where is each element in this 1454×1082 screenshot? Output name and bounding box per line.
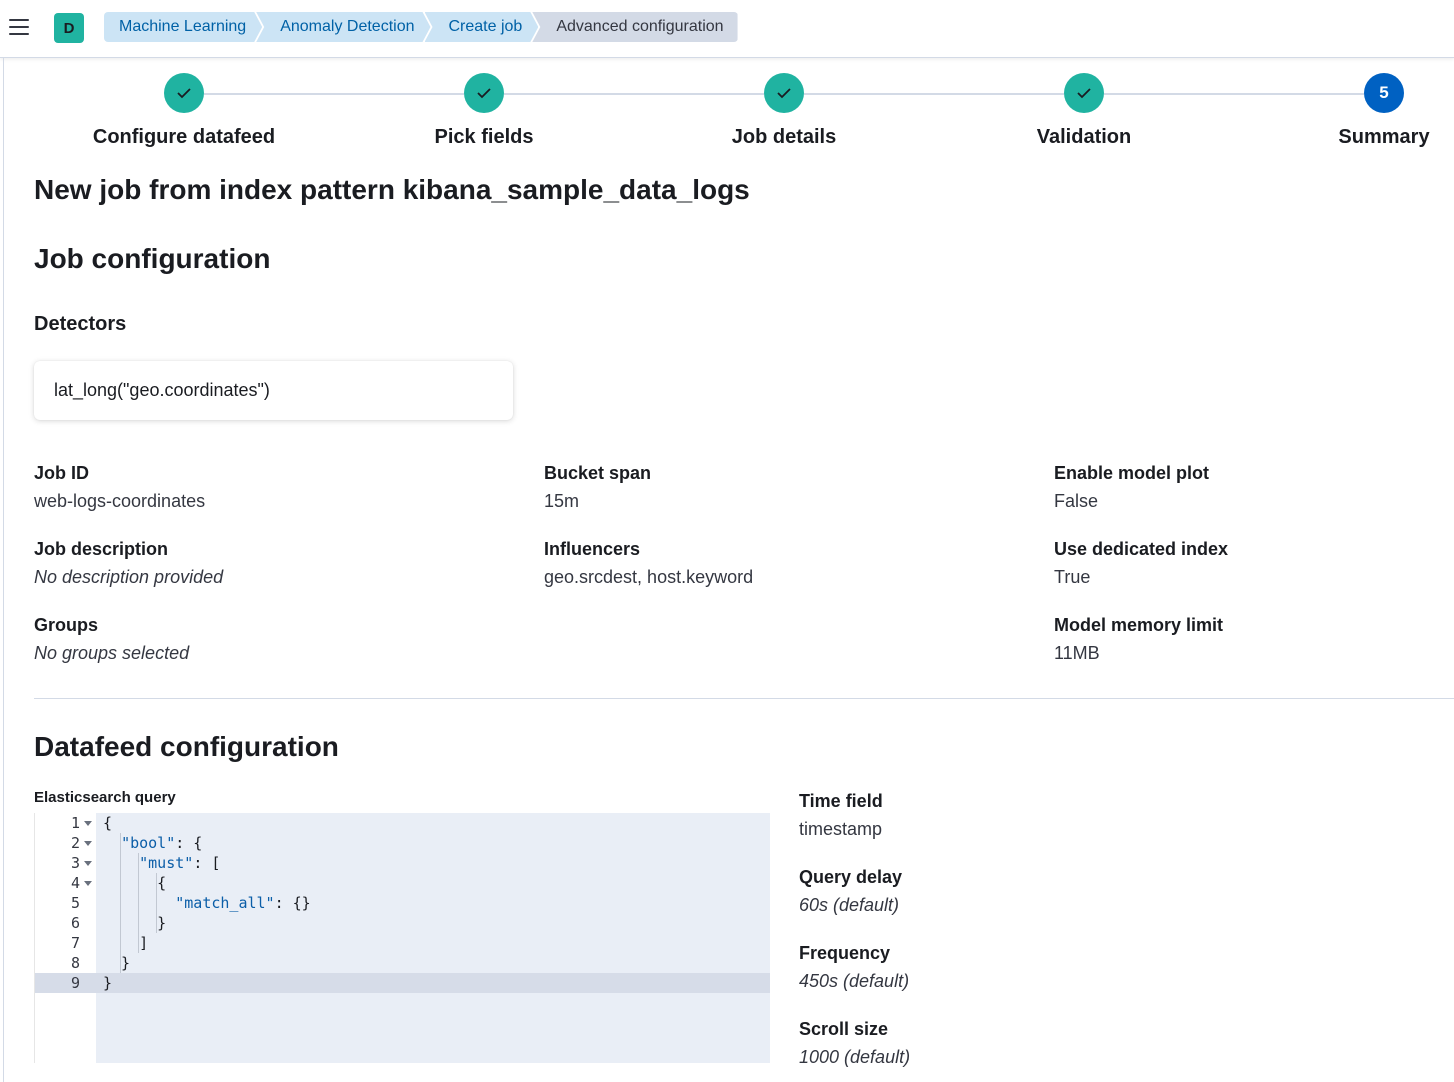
line-number: 8: [70, 954, 80, 972]
code-punct: : {: [175, 834, 203, 852]
code-line-8: }: [103, 954, 131, 972]
job-id-title: Job ID: [34, 463, 90, 483]
job-description-title: Job description: [34, 539, 169, 559]
groups-value: No groups selected: [34, 643, 190, 663]
code-line-5: "match_all": {}: [103, 893, 311, 913]
code-line-9: }: [103, 974, 113, 992]
fold-arrow-icon[interactable]: [84, 841, 92, 846]
breadcrumb-anomaly-detection[interactable]: Anomaly Detection: [256, 12, 430, 42]
memory-limit-value: 11MB: [1054, 643, 1100, 663]
job-configuration-heading: Job configuration: [34, 243, 271, 274]
step-1-complete[interactable]: [164, 73, 204, 113]
step-connector: [1104, 93, 1364, 95]
breadcrumb: Machine Learning Anomaly Detection Creat…: [104, 12, 738, 42]
code-punct: : {}: [274, 894, 311, 912]
line-number: 5: [70, 894, 80, 912]
groups-title: Groups: [34, 615, 99, 635]
step-label-validation[interactable]: Validation: [1037, 126, 1131, 149]
dedicated-index-title: Use dedicated index: [1054, 539, 1229, 559]
fold-arrow-icon[interactable]: [84, 821, 92, 826]
step-label-job-details[interactable]: Job details: [732, 126, 836, 149]
elasticsearch-query-editor[interactable]: 1 2 3 4 5 6 7 8 9 { "bool": { "must": [ …: [34, 813, 770, 1063]
editor-active-line: [35, 973, 770, 993]
check-icon: [777, 88, 791, 99]
fold-arrow-icon[interactable]: [84, 861, 92, 866]
detectors-heading: Detectors: [34, 313, 127, 335]
dedicated-index-value: True: [1054, 567, 1091, 587]
step-3-complete[interactable]: [764, 73, 804, 113]
step-connector: [504, 93, 764, 95]
breadcrumb-create-job[interactable]: Create job: [425, 12, 539, 42]
step-2-complete[interactable]: [464, 73, 504, 113]
line-number: 6: [70, 914, 80, 932]
line-number: 4: [70, 874, 80, 892]
code-line-6: }: [103, 914, 167, 932]
influencers-value: geo.srcdest, host.keyword: [544, 567, 754, 587]
line-number: 7: [70, 934, 80, 952]
json-key-match-all: "match_all": [175, 894, 275, 912]
influencers-title: Influencers: [544, 539, 641, 559]
code-line-3: "must": [: [103, 853, 220, 873]
code-punct: : [: [193, 854, 221, 872]
line-number: 3: [70, 854, 80, 872]
section-divider: [34, 698, 1454, 699]
page-left-border: [3, 57, 4, 1082]
line-number: 1: [70, 814, 80, 832]
json-key-must: "must": [139, 854, 194, 872]
bucket-span-value: 15m: [544, 491, 580, 511]
job-description-value: No description provided: [34, 567, 224, 587]
elasticsearch-query-label: Elasticsearch query: [34, 789, 176, 806]
frequency-title: Frequency: [799, 943, 891, 963]
line-number: 9: [70, 974, 80, 992]
detector-card: lat_long("geo.coordinates"): [34, 361, 513, 420]
model-plot-value: False: [1054, 491, 1099, 511]
check-icon: [1077, 88, 1091, 99]
space-avatar[interactable]: D: [54, 13, 84, 43]
query-delay-value: 60s (default): [799, 895, 900, 915]
step-label-pick-fields[interactable]: Pick fields: [435, 126, 534, 149]
step-label-configure-datafeed[interactable]: Configure datafeed: [93, 126, 275, 149]
code-line-1: {: [103, 814, 113, 832]
step-connector: [204, 93, 464, 95]
menu-icon[interactable]: [9, 19, 29, 35]
bucket-span-title: Bucket span: [544, 463, 652, 483]
frequency-value: 450s (default): [799, 971, 910, 991]
step-connector: [804, 93, 1064, 95]
time-field-title: Time field: [799, 791, 883, 811]
code-line-2: "bool": {: [103, 833, 202, 853]
top-header: D Machine Learning Anomaly Detection Cre…: [0, 0, 1454, 58]
code-line-4: {: [103, 874, 167, 892]
check-icon: [177, 88, 191, 99]
breadcrumb-machine-learning[interactable]: Machine Learning: [104, 12, 262, 42]
model-plot-title: Enable model plot: [1054, 463, 1210, 483]
query-delay-title: Query delay: [799, 867, 903, 887]
scroll-size-value: 1000 (default): [799, 1047, 911, 1067]
step-5-current: 5: [1364, 73, 1404, 113]
check-icon: [477, 88, 491, 99]
step-label-summary: Summary: [1338, 126, 1430, 148]
step-4-complete[interactable]: [1064, 73, 1104, 113]
memory-limit-title: Model memory limit: [1054, 615, 1224, 635]
scroll-size-title: Scroll size: [799, 1019, 889, 1039]
json-key-bool: "bool": [121, 834, 176, 852]
code-line-7: ]: [103, 934, 149, 952]
breadcrumb-advanced-configuration: Advanced configuration: [532, 12, 738, 42]
fold-arrow-icon[interactable]: [84, 881, 92, 886]
datafeed-configuration-heading: Datafeed configuration: [34, 731, 339, 762]
job-id-value: web-logs-coordinates: [34, 491, 206, 511]
time-field-value: timestamp: [799, 819, 883, 839]
page-title: New job from index pattern kibana_sample…: [34, 174, 750, 205]
line-number: 2: [70, 834, 80, 852]
